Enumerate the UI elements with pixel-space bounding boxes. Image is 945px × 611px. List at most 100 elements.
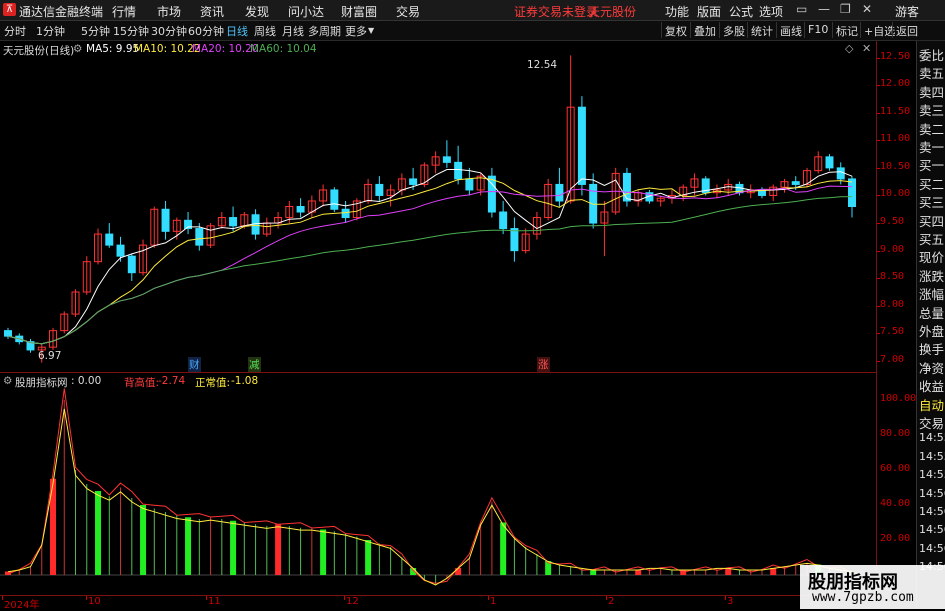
side-panel-item[interactable]: 买三 [919, 192, 944, 211]
menu-item-function[interactable]: 功能 [665, 3, 689, 20]
side-panel-item[interactable]: 委比 [919, 45, 944, 64]
minimize-window-icon[interactable]: — [818, 2, 830, 16]
date-tick-mark [488, 596, 489, 600]
indicator-chart-svg [0, 388, 876, 586]
side-panel-item[interactable]: 买五 [919, 229, 944, 248]
side-panel-item[interactable]: 涨幅 [919, 284, 944, 303]
side-panel-item[interactable]: 卖四 [919, 82, 944, 101]
price-tick-label: 10.50 [880, 160, 911, 172]
side-panel-item[interactable]: 收益 [919, 376, 944, 395]
indicator-bar [95, 491, 102, 575]
period-tab-30min[interactable]: 30分钟 [151, 23, 187, 39]
period-tab-60min[interactable]: 60分钟 [188, 23, 224, 39]
candle-body [791, 181, 800, 185]
price-tick-mark [877, 195, 880, 197]
menu-item-news[interactable]: 资讯 [200, 3, 224, 20]
date-tick-mark [86, 596, 87, 600]
draw-button[interactable]: 画线 [776, 22, 805, 38]
candle-body [577, 106, 586, 185]
guest-label[interactable]: 游客 [895, 3, 919, 20]
period-tab-weekly[interactable]: 周线 [254, 23, 276, 39]
period-tab-1min[interactable]: 1分钟 [36, 23, 65, 39]
side-panel-item[interactable]: 买二 [919, 174, 944, 193]
side-panel-item[interactable]: 卖二 [919, 119, 944, 138]
menu-item-assistant[interactable]: 问小达 [288, 3, 324, 20]
menu-item-market[interactable]: 行情 [112, 3, 136, 20]
indicator-bar [320, 529, 327, 575]
candle-body [848, 178, 856, 208]
menu-item-trade[interactable]: 交易 [396, 3, 420, 20]
app-title: 通达信金融终端 [19, 5, 104, 19]
side-panel-item[interactable]: 14:56 [919, 505, 945, 518]
menu-item-options[interactable]: 选项 [759, 3, 783, 20]
side-panel-item[interactable]: 交易 [919, 413, 944, 432]
side-panel-item[interactable]: 卖五 [919, 63, 944, 82]
indicator-tick-label: 20.00 [880, 533, 911, 544]
menu-item-markets[interactable]: 市场 [157, 3, 181, 20]
menu-item-formula[interactable]: 公式 [729, 3, 753, 20]
side-panel-item[interactable]: 14:55 [919, 468, 945, 481]
mark-button[interactable]: 标记 [832, 22, 861, 38]
side-panel-item[interactable]: 14:56 [919, 487, 945, 500]
event-marker-finance[interactable]: 财 [188, 357, 201, 372]
f10-button[interactable]: F10 [804, 22, 831, 38]
price-tick-mark [877, 250, 880, 252]
overlay-button[interactable]: 叠加 [690, 22, 719, 38]
period-tab-15min[interactable]: 15分钟 [113, 23, 149, 39]
side-panel-item[interactable]: 14:56 [919, 523, 945, 536]
period-tab-5min[interactable]: 5分钟 [81, 23, 110, 39]
side-panel-item[interactable]: 现价 [919, 247, 944, 266]
side-panel-item[interactable]: 卖一 [919, 137, 944, 156]
period-tab-more[interactable]: 更多 [345, 23, 367, 39]
close-icon[interactable]: ✕ [862, 2, 872, 16]
adjust-button[interactable]: 复权 [661, 22, 690, 38]
indicator-bar [140, 505, 147, 575]
date-tick-mark [725, 596, 726, 600]
chevron-down-icon[interactable]: ▼ [368, 26, 374, 35]
event-marker-reduce[interactable]: 减 [248, 357, 261, 372]
indicator-tick-label: 60.00 [880, 463, 911, 474]
price-tick-mark [877, 57, 880, 59]
side-panel-item[interactable]: 换手 [919, 339, 944, 358]
period-tab-multi[interactable]: 多周期 [308, 23, 341, 39]
menu-item-layout[interactable]: 版面 [697, 3, 721, 20]
side-panel-item[interactable]: 14:55 [919, 450, 945, 463]
login-notice[interactable]: 证券交易未登录 [514, 3, 598, 20]
price-tick-label: 12.00 [880, 78, 911, 90]
menu-item-discover[interactable]: 发现 [245, 3, 269, 20]
side-panel-item[interactable]: 自动 [919, 395, 944, 414]
indicator-bar [590, 569, 597, 575]
restore-icon[interactable]: ❐ [840, 2, 851, 16]
menu-item-fortune[interactable]: 财富圈 [341, 3, 377, 20]
period-tab-monthly[interactable]: 月线 [282, 23, 304, 39]
multi-stock-button[interactable]: 多股 [719, 22, 748, 38]
side-panel-item[interactable]: 净资 [919, 358, 944, 377]
candle-body [341, 208, 350, 219]
side-panel-item[interactable]: 总量 [919, 303, 944, 322]
indicator-tick-label: 40.00 [880, 498, 911, 509]
candle-body [510, 228, 519, 252]
price-chart-svg [4, 55, 856, 363]
side-panel-item[interactable]: 14:55 [919, 431, 945, 444]
side-panel-item[interactable]: 卖三 [919, 100, 944, 119]
candle-body [4, 330, 12, 337]
indicator-normal-line [7, 408, 853, 586]
period-tab-daily[interactable]: 日线 [226, 23, 248, 39]
price-tick-mark [877, 85, 880, 87]
back-button[interactable]: 返回 [892, 22, 921, 38]
event-marker-rise[interactable]: 涨 [537, 357, 550, 372]
price-tick-mark [877, 167, 880, 169]
side-panel-item[interactable]: 涨跌 [919, 266, 944, 285]
price-chart-panel[interactable]: 天元股份(日线) ⚙ MA5: 9.95 MA10: 10.22 MA20: 1… [0, 41, 876, 373]
side-panel-item[interactable]: 外盘 [919, 321, 944, 340]
side-panel-item[interactable]: 买四 [919, 211, 944, 230]
minimize-icon[interactable]: ▭ [796, 2, 807, 16]
indicator-panel[interactable]: ⚙ 股朋指标网 : 0.00 背高值: -2.74 正常值: -1.08 [0, 373, 876, 595]
period-tab-intraday[interactable]: 分时 [4, 23, 26, 39]
price-tick-mark [877, 360, 880, 362]
candle-body [375, 183, 384, 196]
side-panel-item[interactable]: 14:56 [919, 542, 945, 555]
side-panel-item[interactable]: 买一 [919, 155, 944, 174]
app-logo-icon: ⊼ [3, 3, 16, 16]
stats-button[interactable]: 统计 [747, 22, 776, 38]
